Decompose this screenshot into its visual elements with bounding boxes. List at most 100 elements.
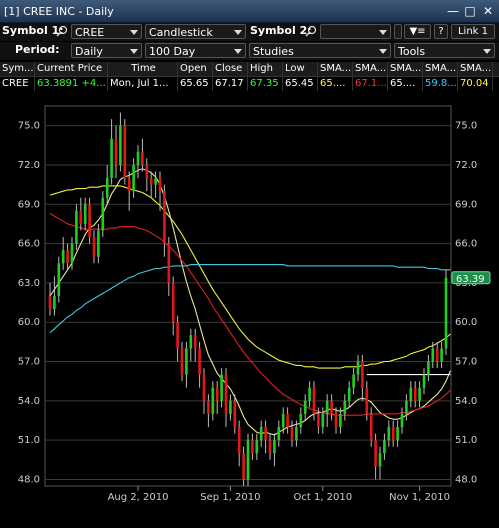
studies-value: Studies: [253, 45, 294, 58]
candle-body: [207, 400, 210, 414]
sma-cell: 59.8...: [425, 77, 458, 91]
chevron-down-icon: [234, 49, 242, 54]
range-value: 100 Day: [149, 45, 196, 58]
candle-body: [88, 204, 91, 238]
candle-body: [281, 413, 285, 428]
chevron-down-icon: [379, 49, 387, 54]
column-header[interactable]: Sym...: [0, 62, 35, 76]
minimize-icon[interactable]: —: [446, 4, 460, 18]
y-tick-label-right: 60.0: [455, 317, 477, 328]
candle-body: [202, 374, 206, 401]
y-tick-label-left: 72.0: [18, 160, 40, 171]
symbol2-select[interactable]: [320, 24, 391, 39]
x-tick-label: Oct 1, 2010: [293, 492, 352, 503]
candle-body: [220, 374, 223, 401]
candle-body: [154, 178, 157, 185]
y-tick-label-right: 66.0: [455, 239, 477, 250]
candle-body: [211, 387, 215, 414]
column-header[interactable]: Open: [178, 62, 213, 76]
candlestick-chart[interactable]: 75.075.072.072.069.069.066.066.063.063.0…: [0, 92, 499, 525]
candle-body: [246, 440, 250, 480]
price-chart[interactable]: 75.075.072.072.069.069.066.066.063.063.0…: [0, 92, 499, 525]
menu-icon: ▼≡: [409, 26, 426, 37]
column-header[interactable]: SMA...: [318, 62, 353, 76]
candle-body: [167, 243, 171, 283]
candle-body: [369, 413, 373, 441]
range-select[interactable]: 100 Day: [145, 43, 246, 58]
search-icon[interactable]: [56, 25, 68, 37]
candle-body: [105, 178, 109, 198]
current-price-cell: 63.3891 +4....: [35, 77, 108, 91]
column-header[interactable]: SMA...: [353, 62, 388, 76]
column-header[interactable]: SMA...: [423, 62, 458, 76]
chart-type-select[interactable]: Candlestick: [145, 24, 246, 39]
candle-body: [387, 427, 391, 441]
symbol1-select[interactable]: CREE: [71, 24, 142, 39]
candle-body: [97, 230, 100, 257]
column-header[interactable]: Time: [108, 62, 178, 76]
menu-button[interactable]: ▼≡: [404, 24, 431, 39]
candle-body: [158, 178, 162, 192]
tools-select[interactable]: Tools: [394, 43, 495, 58]
close-icon[interactable]: ✕: [481, 4, 495, 18]
close-cell: 67.17: [213, 77, 248, 91]
candle-body: [435, 348, 439, 362]
y-tick-label-left: 57.0: [18, 357, 40, 368]
candle-body: [61, 250, 65, 264]
candle-body: [136, 151, 140, 165]
column-header[interactable]: SMA...: [458, 62, 493, 76]
color-picker-button[interactable]: [394, 24, 402, 39]
candle-body: [189, 335, 193, 349]
candle-body: [334, 413, 338, 428]
help-button[interactable]: ?: [434, 24, 448, 39]
y-tick-label-left: 69.0: [18, 199, 40, 210]
column-header[interactable]: Low: [283, 62, 318, 76]
candle-body: [92, 237, 96, 257]
column-header[interactable]: Close: [213, 62, 248, 76]
column-header[interactable]: High: [248, 62, 283, 76]
y-tick-label-left: 63.0: [18, 278, 40, 289]
chart-background: [0, 92, 499, 525]
candle-body: [123, 125, 127, 179]
candle-body: [141, 151, 144, 165]
maximize-icon[interactable]: □: [463, 4, 477, 18]
candle-body: [374, 440, 377, 467]
time-cell: Mon, Jul 1...: [108, 77, 178, 91]
candle-body: [396, 427, 399, 441]
y-tick-label-right: 48.0: [455, 474, 477, 485]
search-icon[interactable]: [305, 25, 317, 37]
quote-value-row[interactable]: CREE 63.3891 +4.... Mon, Jul 1... 65.65 …: [0, 77, 499, 91]
candle-body: [198, 348, 201, 375]
candle-body: [343, 400, 347, 414]
candle-body: [352, 374, 355, 388]
low-cell: 65.45: [283, 77, 318, 91]
candle-body: [237, 427, 241, 454]
candle-body: [413, 387, 417, 401]
candle-body: [427, 361, 430, 375]
column-header[interactable]: SMA...: [388, 62, 423, 76]
candle-body: [242, 453, 245, 480]
column-header[interactable]: Current Price: [35, 62, 108, 76]
symbol2-label: Symbol 2:: [250, 24, 312, 37]
candle-body: [303, 400, 307, 414]
last-price-marker: 63.39: [451, 271, 491, 285]
candle-body: [299, 413, 303, 428]
symbol1-label: Symbol 1:: [2, 24, 64, 37]
candle-body: [339, 413, 342, 428]
studies-select[interactable]: Studies: [249, 43, 391, 58]
candle-body: [405, 400, 408, 414]
chevron-down-icon: [130, 30, 138, 35]
y-tick-label-left: 66.0: [18, 239, 40, 250]
y-tick-label-right: 75.0: [455, 121, 477, 132]
y-tick-label-left: 60.0: [18, 317, 40, 328]
y-tick-label-left: 48.0: [18, 474, 40, 485]
symbol-cell: CREE: [0, 77, 35, 91]
candle-body: [145, 164, 149, 179]
y-tick-label-right: 54.0: [455, 396, 477, 407]
candle-body: [101, 197, 105, 231]
period-select[interactable]: Daily: [71, 43, 142, 58]
candle-body: [347, 387, 351, 401]
candle-body: [290, 427, 294, 441]
candle-body: [70, 243, 74, 264]
link-button[interactable]: Link 1: [451, 24, 495, 39]
